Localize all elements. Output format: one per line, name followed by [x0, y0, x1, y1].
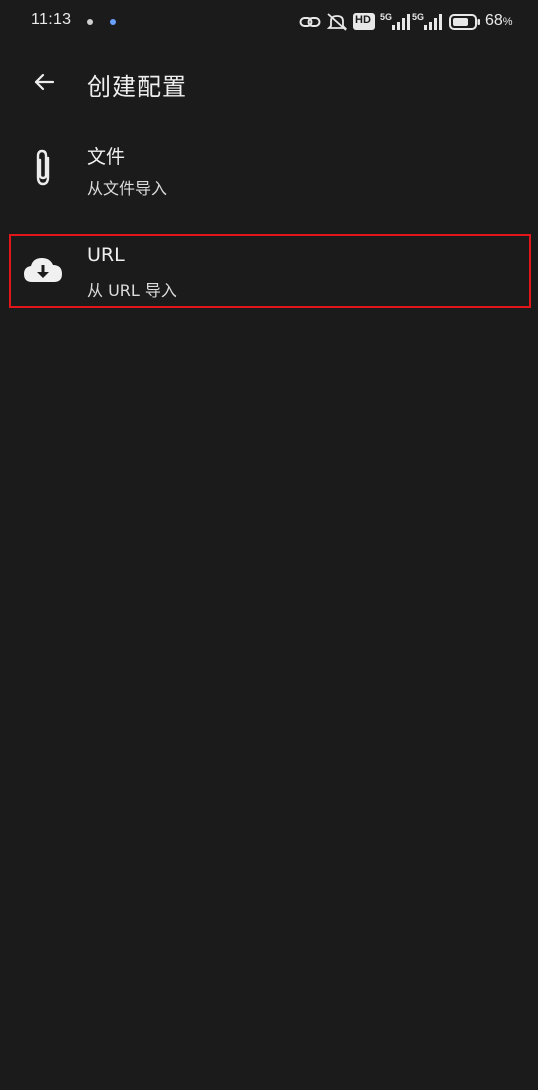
link-icon [299, 17, 321, 27]
arrow-left-icon [34, 73, 55, 91]
battery-icon [449, 14, 480, 30]
item-title: 文件 [87, 146, 126, 168]
signal-bars-icon [424, 14, 442, 30]
back-button[interactable] [28, 66, 60, 98]
signal-bars-icon [392, 14, 410, 30]
signal-1: 5G [380, 12, 410, 32]
app-bar: 创建配置 [0, 50, 538, 114]
notification-dot-icon [87, 19, 93, 25]
network-label-1: 5G [380, 12, 393, 22]
status-time: 11:13 [31, 11, 72, 28]
battery-percent: 68% [485, 12, 513, 30]
signal-2: 5G [412, 12, 442, 32]
item-title: URL [87, 244, 125, 266]
network-label-2: 5G [412, 12, 425, 22]
mute-icon [326, 13, 348, 31]
list-item-file[interactable]: 文件 从文件导入 [9, 132, 531, 206]
page-title: 创建配置 [87, 73, 187, 101]
item-subtitle: 从 URL 导入 [87, 281, 177, 300]
hd-badge: HD [353, 13, 375, 30]
cloud-download-icon [21, 248, 65, 292]
battery-percent-sign: % [502, 16, 513, 28]
paperclip-icon [21, 146, 65, 190]
status-bar: 11:13 HD 5G 5G 68% [0, 0, 538, 44]
notification-app-icon [110, 19, 116, 25]
list-item-url[interactable]: URL 从 URL 导入 [9, 234, 531, 308]
battery-percent-value: 68 [485, 12, 503, 29]
hd-label: HD [355, 14, 371, 26]
item-subtitle: 从文件导入 [87, 179, 168, 198]
